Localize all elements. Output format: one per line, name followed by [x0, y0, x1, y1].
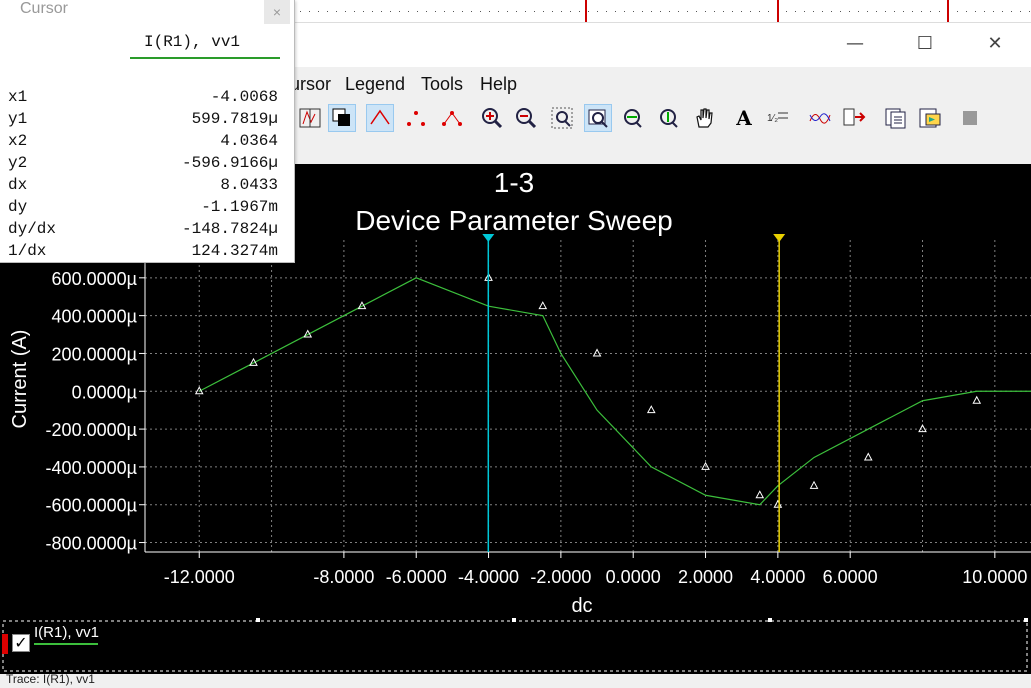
cursor-row-label: dx: [8, 176, 28, 194]
zoom-full-icon[interactable]: [584, 104, 612, 132]
status-bar: Trace: I(R1), vv1: [0, 672, 1031, 687]
y-tick-label: -800.0000µ: [46, 534, 137, 554]
cursor-row-label: dy/dx: [8, 220, 57, 238]
cursor-row-label: dy: [8, 198, 28, 216]
y-axis-label: Current (A): [9, 330, 31, 429]
x-tick-label: -6.0000: [386, 567, 447, 587]
zoom-x-icon[interactable]: [618, 104, 646, 132]
x-axis-label: dc: [571, 595, 592, 617]
pan-hand-icon[interactable]: [690, 104, 718, 132]
status-text: Trace: I(R1), vv1: [6, 672, 95, 686]
y-tick-label: -200.0000µ: [46, 420, 137, 440]
chart-subtitle: Device Parameter Sweep: [355, 205, 672, 236]
stop-icon[interactable]: [956, 104, 984, 132]
cursor-panel-titlebar[interactable]: Cursor ×: [0, 0, 294, 26]
data-point-marker: [592, 348, 602, 357]
maximize-button[interactable]: ☐: [905, 29, 945, 59]
data-point-marker: [755, 490, 765, 499]
x-tick-label: -8.0000: [313, 567, 374, 587]
x-tick-label: -4.0000: [458, 567, 519, 587]
cursor-panel-close-button[interactable]: ×: [264, 0, 290, 24]
y-tick-label: -400.0000µ: [46, 458, 137, 478]
menu-tools[interactable]: Tools: [421, 74, 463, 95]
data-point-marker: [538, 301, 548, 310]
x-tick-label: 0.0000: [606, 567, 661, 587]
cursor-row-value: 124.3274m: [191, 242, 278, 260]
y-tick-label: 600.0000µ: [52, 269, 137, 289]
x-tick-label: 6.0000: [823, 567, 878, 587]
menu-cursor[interactable]: ursor: [290, 74, 331, 95]
cursor-panel: Cursor × I(R1), vv1 x1 -4.0068 y1 599.7819µ…: [0, 0, 295, 263]
cursor-row-label: x1: [8, 88, 28, 106]
grid-toggle-icon[interactable]: [296, 104, 324, 132]
label-icon[interactable]: 1⁄₂: [764, 104, 792, 132]
cursor-handle-2: [773, 234, 786, 242]
y-tick-label: 200.0000µ: [52, 344, 137, 364]
cursor-row-label: 1/dx: [8, 242, 47, 260]
zoom-y-icon[interactable]: [654, 104, 682, 132]
data-point-marker: [646, 405, 656, 414]
y-tick-label: 0.0000µ: [72, 382, 137, 402]
cursor-trace-underline: [130, 57, 280, 59]
cursor-row-value: 8.0433: [220, 176, 278, 194]
y-tick-label: -600.0000µ: [46, 496, 137, 516]
export-image-icon[interactable]: [916, 104, 944, 132]
cursor-row-value: -1.1967m: [201, 198, 278, 216]
data-point-marker: [809, 480, 819, 489]
legend-trace-label[interactable]: I(R1), vv1: [34, 624, 99, 641]
close-button[interactable]: ✕: [975, 29, 1015, 59]
cursor-trace-name: I(R1), vv1: [144, 33, 241, 51]
legend-panel: ✓ I(R1), vv1: [0, 618, 1031, 674]
cursor-row-label: y2: [8, 154, 28, 172]
copy-graph-icon[interactable]: [882, 104, 910, 132]
cursor-row-label: y1: [8, 110, 28, 128]
data-point-marker: [863, 452, 873, 461]
line-style-icon[interactable]: [366, 104, 394, 132]
x-tick-label: -12.0000: [164, 567, 235, 587]
x-tick-label: 4.0000: [750, 567, 805, 587]
export-data-icon[interactable]: [840, 104, 868, 132]
cursor-panel-title: Cursor: [20, 0, 69, 17]
cursor-row-value: -148.7824µ: [181, 220, 278, 238]
cursor-row-value: -596.9166µ: [181, 154, 278, 172]
zoom-area-icon[interactable]: [548, 104, 576, 132]
cursor-row-value: -4.0068: [210, 88, 278, 106]
overlay-icon[interactable]: [328, 104, 356, 132]
legend-checkbox[interactable]: ✓: [12, 634, 30, 652]
x-tick-label: 2.0000: [678, 567, 733, 587]
points-style-icon[interactable]: [402, 104, 430, 132]
cursor-row-value: 4.0364: [220, 132, 278, 150]
menu-legend[interactable]: Legend: [345, 74, 405, 95]
x-tick-label: -2.0000: [530, 567, 591, 587]
menu-help[interactable]: Help: [480, 74, 517, 95]
trace-icon[interactable]: [806, 104, 834, 132]
svg-text:1⁄₂: 1⁄₂: [767, 113, 778, 124]
data-point-marker: [972, 395, 982, 404]
zoom-out-icon[interactable]: [512, 104, 540, 132]
y-tick-label: 400.0000µ: [52, 307, 137, 327]
chart-title: 1-3: [494, 167, 534, 198]
x-tick-label: 10.0000: [962, 567, 1027, 587]
minimize-button[interactable]: —: [835, 29, 875, 59]
line-points-style-icon[interactable]: [438, 104, 466, 132]
zoom-in-icon[interactable]: [478, 104, 506, 132]
cursor-row-value: 599.7819µ: [191, 110, 278, 128]
cursor-row-label: x2: [8, 132, 28, 150]
legend-trace-swatch: [34, 643, 98, 645]
text-icon[interactable]: A: [730, 104, 758, 132]
